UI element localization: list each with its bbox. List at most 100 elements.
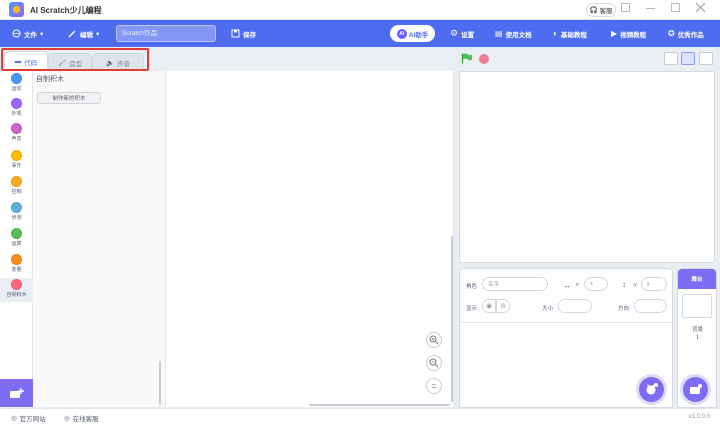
category-control[interactable]: 控制 <box>0 176 33 198</box>
eye-off-icon: ⊘ <box>500 303 506 310</box>
save-button[interactable]: 保存 <box>231 20 256 47</box>
make-block-button[interactable]: 制作新的积木 <box>37 92 101 104</box>
basic-tutorial-label: 基础教程 <box>560 31 587 39</box>
small-stage-button[interactable] <box>664 52 678 65</box>
cat-add-icon <box>646 383 658 395</box>
chevron-down-icon: ▾ <box>96 30 100 38</box>
category-motion[interactable]: 运动 <box>0 73 33 95</box>
x-position-input[interactable]: x <box>584 277 608 291</box>
tab-costumes[interactable]: 🖌 造型 <box>48 53 92 71</box>
speaker-icon: 🔈 <box>105 59 115 67</box>
docs-button[interactable]: ▤ 使用文档 <box>495 20 532 47</box>
stage-canvas[interactable] <box>459 71 715 263</box>
size-input[interactable] <box>558 299 592 313</box>
edit-menu[interactable]: 编辑 ▾ <box>68 20 99 47</box>
green-flag-icon[interactable] <box>461 53 473 64</box>
add-backdrop-button[interactable] <box>683 377 708 402</box>
headset-icon: 🎧 <box>589 7 598 14</box>
customer-service-button[interactable]: 🎧 客服 <box>586 3 616 17</box>
code-icon: ▬ <box>14 58 22 65</box>
online-support-link[interactable]: ◎ 在线客服 <box>64 413 99 423</box>
zoom-in-button[interactable] <box>426 332 442 348</box>
brush-icon: 🖌 <box>57 59 67 67</box>
add-sprite-button[interactable] <box>639 377 664 402</box>
show-label: 显示 <box>466 306 478 312</box>
online-support-label: 在线客服 <box>72 416 99 423</box>
zoom-reset-button[interactable]: = <box>426 378 442 394</box>
tab-code[interactable]: ▬ 代码 <box>4 51 48 71</box>
category-looks[interactable]: 外观 <box>0 98 33 120</box>
featured-works-button[interactable]: ✪ 优秀作品 <box>668 20 704 47</box>
y-position-input[interactable]: y <box>641 277 667 291</box>
category-dot-icon <box>11 254 22 265</box>
docs-label: 使用文档 <box>505 31 532 39</box>
category-label: 事件 <box>11 163 22 169</box>
y-label: y <box>634 282 637 288</box>
version-label: v1.0.0.0 <box>688 414 710 420</box>
ai-assistant-button[interactable]: AI AI助手 <box>390 25 435 42</box>
category-dot-icon <box>11 150 22 161</box>
basic-tutorial-button[interactable]: ◐ 基础教程 <box>553 20 587 47</box>
category-variables[interactable]: 变量 <box>0 254 33 276</box>
category-label: 自制积木 <box>6 292 27 298</box>
horizontal-arrows-icon: ↔ <box>563 281 571 290</box>
menu-bar: 文件 ▾ 编辑 ▾ 保存 AI AI助手 ⚙ 设置 ▤ 使用文档 ◐ 基础教程 … <box>0 20 720 47</box>
category-events[interactable]: 事件 <box>0 150 33 172</box>
project-title-input[interactable] <box>116 25 216 42</box>
category-label: 控制 <box>11 189 22 195</box>
script-workspace[interactable] <box>166 71 454 407</box>
palette-scrollbar[interactable] <box>159 361 161 405</box>
file-menu[interactable]: 文件 ▾ <box>12 20 43 47</box>
palette-section-title: 自制积木 <box>36 76 64 83</box>
category-my-blocks[interactable]: 自制积木 <box>0 278 33 302</box>
title-bar: AI Scratch少儿编程 🎧 客服 <box>0 0 720 20</box>
sprite-name-input[interactable]: 名字 <box>482 277 548 291</box>
save-label: 保存 <box>243 31 256 39</box>
show-sprite-toggle[interactable]: ◉ <box>482 299 496 313</box>
direction-input[interactable] <box>634 299 667 313</box>
category-operators[interactable]: 运算 <box>0 228 33 250</box>
fullscreen-stage-button[interactable] <box>699 52 713 65</box>
stop-button[interactable] <box>479 54 489 64</box>
status-bar: ◎ 官方网站 ◎ 在线客服 v1.0.0.0 <box>0 408 720 427</box>
pencil-icon <box>68 30 76 38</box>
backdrop-thumbnail[interactable] <box>682 294 712 318</box>
settings-button[interactable]: ⚙ 设置 <box>450 20 474 47</box>
hide-sprite-toggle[interactable]: ⊘ <box>496 299 510 313</box>
ai-assistant-label: AI助手 <box>408 31 429 39</box>
featured-works-label: 优秀作品 <box>677 31 704 39</box>
category-dot-icon <box>11 73 22 84</box>
zoom-in-icon <box>429 335 439 345</box>
direction-label: 方向 <box>618 306 630 312</box>
workspace-horizontal-scrollbar[interactable] <box>309 404 450 406</box>
close-icon <box>695 2 706 13</box>
add-extension-button[interactable] <box>0 379 33 407</box>
globe-icon: ◎ <box>11 415 17 422</box>
window-pin-button[interactable] <box>621 3 630 12</box>
document-icon: ▤ <box>495 29 503 38</box>
stage-panel-header: 舞台 <box>678 269 716 289</box>
video-tutorial-button[interactable]: ▶ 视频教程 <box>611 20 646 47</box>
window-minimize-button[interactable] <box>646 3 655 9</box>
category-dot-icon <box>11 202 22 213</box>
zoom-out-icon <box>429 358 439 368</box>
window-maximize-button[interactable] <box>671 3 680 12</box>
file-menu-label: 文件 <box>24 31 37 39</box>
equals-icon: = <box>431 381 437 391</box>
sprite-properties: 角色 名字 ↔ x x ↕ y y 显示 ◉ ⊘ 大小 方向 <box>460 269 672 323</box>
workspace-vertical-scrollbar[interactable] <box>451 236 453 402</box>
category-label: 运动 <box>11 86 22 92</box>
tab-sounds-label: 声音 <box>117 60 131 68</box>
robot-icon: AI <box>396 28 407 39</box>
backdrop-label: 背景 <box>692 327 704 333</box>
tab-code-label: 代码 <box>24 59 38 67</box>
normal-stage-button[interactable] <box>681 52 695 65</box>
window-close-button[interactable] <box>695 2 706 13</box>
zoom-out-button[interactable] <box>426 355 442 371</box>
tab-sounds[interactable]: 🔈 声音 <box>92 53 144 71</box>
category-sound[interactable]: 声音 <box>0 123 33 145</box>
official-site-link[interactable]: ◎ 官方网站 <box>11 413 46 423</box>
block-categories: 运动 外观 声音 事件 控制 侦测 运算 变量 自制积木 <box>0 71 33 407</box>
category-dot-icon <box>11 279 22 290</box>
category-sensing[interactable]: 侦测 <box>0 202 33 224</box>
